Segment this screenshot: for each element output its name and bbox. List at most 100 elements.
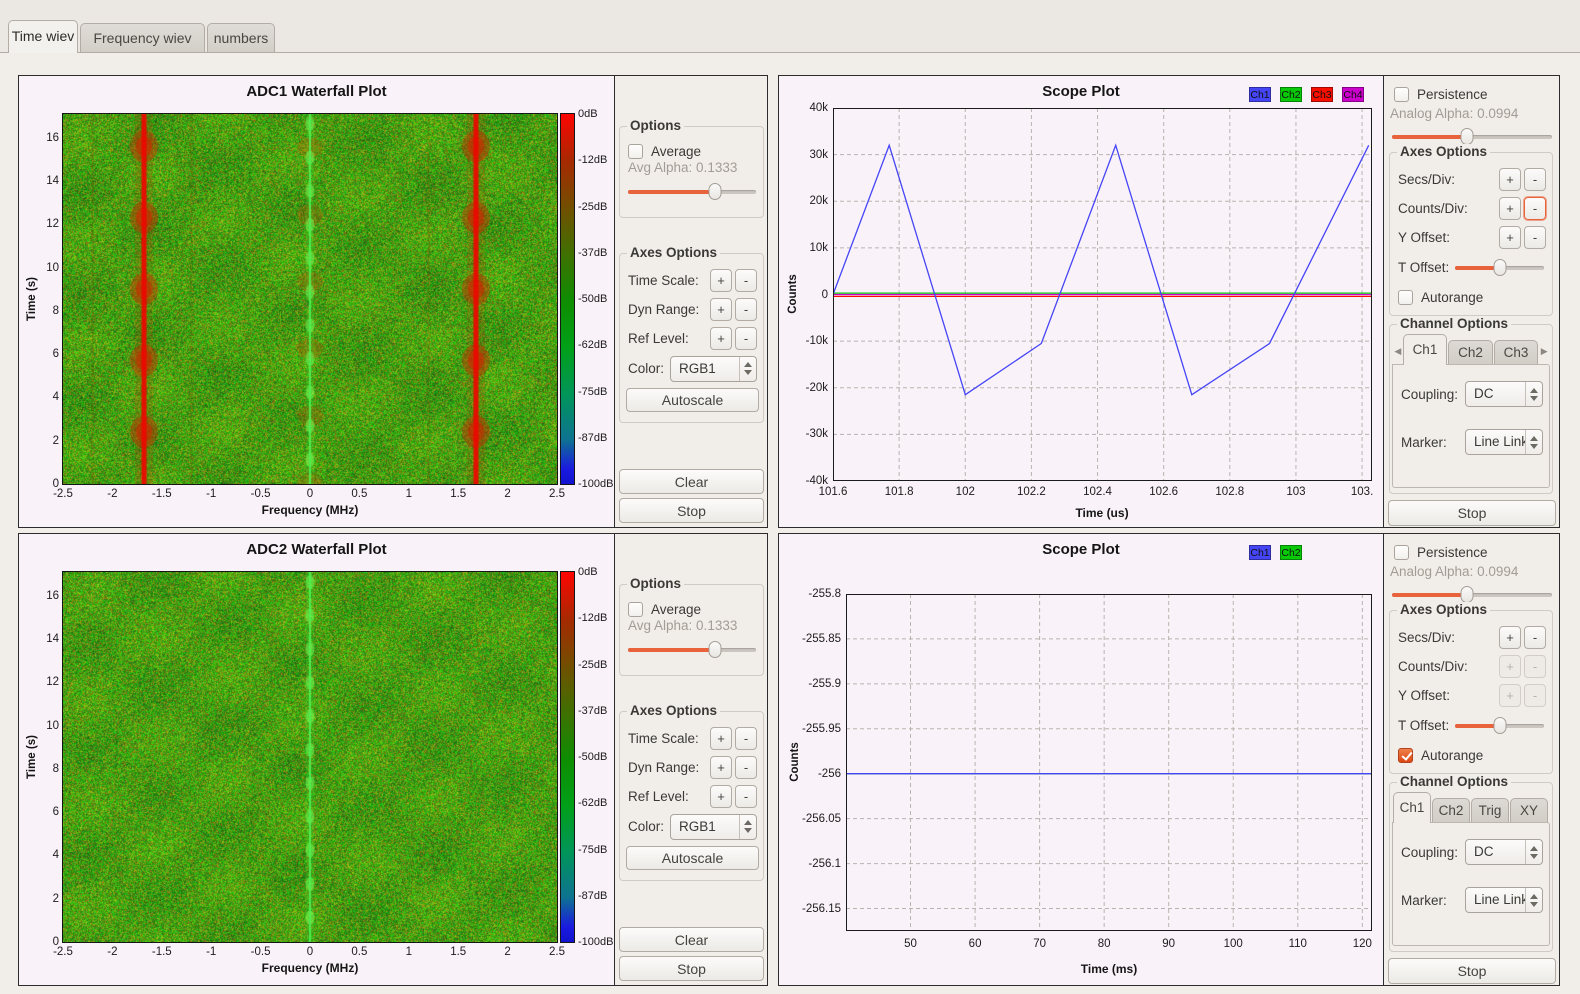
autorange-checkbox[interactable] bbox=[1398, 290, 1413, 305]
y-tick-label: 8 bbox=[53, 763, 59, 775]
stop-button[interactable]: Stop bbox=[1388, 958, 1556, 984]
autoscale-button[interactable]: Autoscale bbox=[626, 388, 759, 412]
channel-tab-ch1[interactable]: Ch1 bbox=[1393, 792, 1431, 823]
slider-handle[interactable] bbox=[1461, 586, 1474, 603]
time-scale-minus-button[interactable]: - bbox=[735, 269, 757, 292]
channel-tab-ch2[interactable]: Ch2 bbox=[1448, 340, 1493, 365]
spin-arrows-icon[interactable] bbox=[739, 357, 756, 381]
channel-tab-ch3[interactable]: Ch3 bbox=[1494, 340, 1539, 365]
time-scale-plus-button[interactable]: + bbox=[710, 727, 732, 750]
marker-spinbox[interactable]: Line Link bbox=[1465, 429, 1543, 455]
stop-button[interactable]: Stop bbox=[1388, 500, 1556, 526]
color-spinbox[interactable]: RGB1 bbox=[670, 814, 757, 840]
persistence-checkbox[interactable] bbox=[1394, 87, 1409, 102]
y-tick-label: 10k bbox=[809, 242, 828, 254]
tab-time-view[interactable]: Time wiev bbox=[8, 20, 78, 53]
avg-alpha-slider[interactable] bbox=[628, 641, 756, 658]
slider-handle[interactable] bbox=[1493, 717, 1506, 734]
marker-spinbox[interactable]: Line Link bbox=[1465, 887, 1543, 913]
average-checkbox[interactable] bbox=[628, 602, 643, 617]
ref-level-plus-button[interactable]: + bbox=[710, 327, 732, 350]
spin-arrows-icon[interactable] bbox=[1525, 382, 1542, 406]
stop-button[interactable]: Stop bbox=[619, 956, 764, 981]
plus-button[interactable]: + bbox=[1499, 655, 1521, 678]
minus-button[interactable]: - bbox=[1524, 168, 1546, 191]
analog-alpha-slider[interactable] bbox=[1392, 128, 1552, 145]
options-group: Options Average Avg Alpha: 0.1333 bbox=[619, 126, 764, 218]
ref-level-minus-button[interactable]: - bbox=[735, 785, 757, 808]
t-offset-label: T Offset: bbox=[1398, 718, 1449, 733]
autorange-checkbox[interactable] bbox=[1398, 748, 1413, 763]
y-tick-label: 30k bbox=[809, 149, 828, 161]
clear-button[interactable]: Clear bbox=[619, 469, 764, 494]
avg-alpha-slider[interactable] bbox=[628, 183, 756, 200]
spin-arrows-icon[interactable] bbox=[739, 815, 756, 839]
tab-numbers[interactable]: numbers bbox=[207, 23, 275, 53]
options-group-title: Options bbox=[627, 576, 684, 591]
minus-button[interactable]: - bbox=[1524, 655, 1546, 678]
color-spinbox[interactable]: RGB1 bbox=[670, 356, 757, 382]
colorbar-tick-label: -75dB bbox=[578, 386, 607, 398]
x-tick-label: 0 bbox=[307, 946, 313, 958]
analog-alpha-slider[interactable] bbox=[1392, 586, 1552, 603]
t-offset-slider[interactable] bbox=[1455, 717, 1544, 734]
x-tick-label: -1 bbox=[206, 946, 216, 958]
y-tick-label: 40k bbox=[809, 102, 828, 114]
slider-handle[interactable] bbox=[1493, 259, 1506, 276]
axes-row-label: Secs/Div: bbox=[1398, 172, 1496, 187]
persistence-checkbox[interactable] bbox=[1394, 545, 1409, 560]
time-scale-minus-button[interactable]: - bbox=[735, 727, 757, 750]
x-tick-label: 50 bbox=[904, 938, 917, 950]
slider-handle[interactable] bbox=[1461, 128, 1474, 145]
slider-fill bbox=[628, 648, 715, 652]
channel-tab-ch1[interactable]: Ch1 bbox=[1403, 334, 1448, 365]
time-scale-plus-button[interactable]: + bbox=[710, 269, 732, 292]
dyn-range-row: Dyn Range: + - bbox=[620, 753, 763, 782]
spin-arrows-icon[interactable] bbox=[1525, 888, 1542, 912]
y-tick-label: 12 bbox=[46, 676, 59, 688]
marker-value: Line Link bbox=[1466, 430, 1525, 454]
ref-level-row: Ref Level: + - bbox=[620, 324, 763, 353]
dyn-range-minus-button[interactable]: - bbox=[735, 756, 757, 779]
dyn-range-plus-button[interactable]: + bbox=[710, 298, 732, 321]
tab-scroll-right-icon[interactable]: ▶ bbox=[1539, 346, 1549, 365]
plot-title: ADC2 Waterfall Plot bbox=[19, 541, 614, 558]
axes-options-group: Axes Options Time Scale: + - Dyn Range: … bbox=[619, 711, 764, 881]
axes-options-group: Axes Options Time Scale: + - Dyn Range: … bbox=[619, 253, 764, 423]
spin-arrows-icon[interactable] bbox=[1525, 430, 1542, 454]
plus-button[interactable]: + bbox=[1499, 168, 1521, 191]
dyn-range-minus-button[interactable]: - bbox=[735, 298, 757, 321]
x-tick-label: -1 bbox=[206, 488, 216, 500]
y-tick-label: 14 bbox=[46, 633, 59, 645]
coupling-spinbox[interactable]: DC bbox=[1465, 381, 1543, 407]
clear-button[interactable]: Clear bbox=[619, 927, 764, 952]
ref-level-plus-button[interactable]: + bbox=[710, 785, 732, 808]
x-tick-label: 102.6 bbox=[1149, 486, 1178, 498]
spin-arrows-icon[interactable] bbox=[1525, 840, 1542, 864]
coupling-spinbox[interactable]: DC bbox=[1465, 839, 1543, 865]
slider-handle[interactable] bbox=[709, 641, 722, 658]
plus-button[interactable]: + bbox=[1499, 626, 1521, 649]
t-offset-slider[interactable] bbox=[1455, 259, 1544, 276]
plus-button[interactable]: + bbox=[1499, 684, 1521, 707]
channel-tab-xy[interactable]: XY bbox=[1510, 798, 1548, 823]
channel-tab-ch2[interactable]: Ch2 bbox=[1432, 798, 1470, 823]
minus-button[interactable]: - bbox=[1524, 197, 1546, 220]
x-tick-label: 1.5 bbox=[450, 946, 466, 958]
slider-handle[interactable] bbox=[709, 183, 722, 200]
ref-level-row: Ref Level: + - bbox=[620, 782, 763, 811]
plus-button[interactable]: + bbox=[1499, 197, 1521, 220]
tab-frequency-view[interactable]: Frequency wiev bbox=[80, 23, 205, 53]
autoscale-button[interactable]: Autoscale bbox=[626, 846, 759, 870]
tab-scroll-left-icon[interactable]: ◀ bbox=[1393, 346, 1403, 365]
minus-button[interactable]: - bbox=[1524, 684, 1546, 707]
average-checkbox[interactable] bbox=[628, 144, 643, 159]
ref-level-minus-button[interactable]: - bbox=[735, 327, 757, 350]
dyn-range-plus-button[interactable]: + bbox=[710, 756, 732, 779]
channel-tab-trig[interactable]: Trig bbox=[1471, 798, 1509, 823]
plus-button[interactable]: + bbox=[1499, 226, 1521, 249]
stop-button[interactable]: Stop bbox=[619, 498, 764, 523]
minus-button[interactable]: - bbox=[1524, 626, 1546, 649]
axes-options-group: Axes Options Secs/Div:+-Counts/Div:+-Y O… bbox=[1389, 152, 1553, 316]
minus-button[interactable]: - bbox=[1524, 226, 1546, 249]
